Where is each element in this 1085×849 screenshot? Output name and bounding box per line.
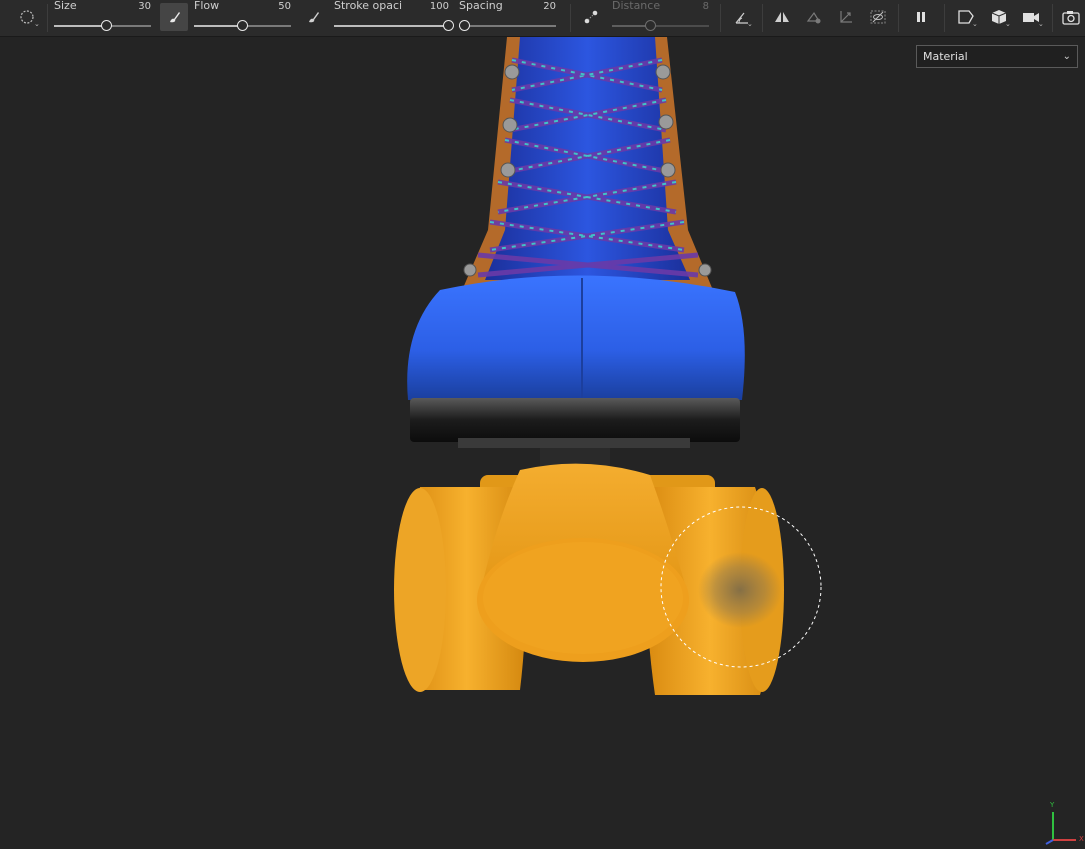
channel-dropdown[interactable]: Material ⌄: [916, 45, 1078, 68]
stroke-opacity-slider[interactable]: Stroke opaci 100: [334, 0, 454, 36]
flow-slider-handle[interactable]: [236, 20, 248, 31]
transform-icon: [840, 11, 852, 23]
spacing-slider[interactable]: Spacing 20: [458, 0, 556, 36]
distance-slider: Distance 8: [612, 0, 709, 36]
size-label: Size: [54, 0, 77, 12]
separator: [898, 4, 899, 32]
chevron-down-icon: ⌄: [747, 20, 753, 28]
separator: [1052, 4, 1053, 32]
separator: [944, 4, 945, 32]
brush-shape-button[interactable]: ⌄: [13, 3, 41, 31]
tool-properties-toolbar: ⌄ Size 30 Flow 50 Stroke opaci 100 Spaci…: [0, 0, 1085, 37]
spacing-slider-handle[interactable]: [458, 20, 470, 31]
stroke-opacity-label: Stroke opaci: [334, 0, 403, 12]
pause-button[interactable]: [907, 3, 935, 31]
axis-y-label: Y: [1050, 801, 1055, 809]
spacing-value[interactable]: 20: [543, 1, 556, 12]
size-slider[interactable]: Size 30: [54, 0, 151, 36]
separator: [47, 4, 48, 32]
3d-viewport[interactable]: Y X: [0, 37, 1085, 849]
brush-mode-button[interactable]: [160, 3, 188, 31]
distance-slider-handle: [644, 20, 656, 31]
lazy-mouse-button[interactable]: [577, 3, 605, 31]
separator: [570, 4, 571, 32]
chevron-down-icon: ⌄: [1038, 20, 1044, 28]
circle-brush-icon: [20, 10, 34, 24]
chevron-down-icon: ⌄: [972, 20, 978, 28]
occlusion-icon: [870, 10, 886, 24]
lazy-mouse-icon: [584, 10, 598, 24]
flow-value[interactable]: 50: [278, 1, 291, 12]
flow-label: Flow: [194, 0, 220, 12]
boot-toe-cap: [407, 275, 745, 400]
view-mode-button[interactable]: ⌄: [952, 3, 980, 31]
separator: [762, 4, 763, 32]
camera-button[interactable]: ⌄: [1017, 3, 1045, 31]
axis-gizmo: Y X: [1040, 800, 1085, 845]
pause-icon: [917, 12, 925, 22]
plate: [458, 438, 690, 448]
spacing-label: Spacing: [459, 0, 503, 12]
size-slider-handle[interactable]: [101, 20, 113, 31]
screenshot-button[interactable]: [1057, 3, 1085, 31]
stroke-opacity-track[interactable]: [334, 25, 449, 27]
distance-track: [612, 25, 709, 27]
screenshot-icon: [1062, 11, 1080, 25]
front-wheel-left-face: [394, 488, 446, 692]
distance-label: Distance: [612, 0, 661, 12]
symmetry-icon: [775, 12, 789, 22]
spacing-track[interactable]: [459, 25, 556, 27]
channel-dropdown-value: Material: [923, 50, 968, 63]
fill-icon: [806, 11, 821, 24]
alignment-button[interactable]: ⌄: [728, 3, 756, 31]
roller-skate-model[interactable]: [0, 37, 1085, 849]
flow-slider[interactable]: Flow 50: [194, 0, 291, 36]
brush-icon: [309, 12, 319, 23]
chevron-down-icon: ⌄: [1062, 51, 1071, 62]
symmetry-button[interactable]: [768, 3, 796, 31]
distance-value: 8: [702, 1, 709, 12]
transform-button[interactable]: [832, 3, 860, 31]
stroke-brush-button[interactable]: [299, 3, 327, 31]
chevron-down-icon: ⌄: [1005, 20, 1011, 28]
stroke-opacity-slider-handle[interactable]: [443, 20, 454, 31]
occlusion-button[interactable]: [864, 3, 892, 31]
stroke-opacity-value[interactable]: 100: [430, 1, 449, 12]
painted-dirt-stroke: [698, 552, 782, 628]
brush-icon: [170, 12, 180, 23]
separator: [720, 4, 721, 32]
chevron-down-icon: ⌄: [34, 20, 40, 28]
size-value[interactable]: 30: [138, 1, 151, 12]
cube-view-button[interactable]: ⌄: [985, 3, 1013, 31]
axis-x-label: X: [1079, 835, 1084, 843]
fill-projection-button[interactable]: [800, 3, 828, 31]
boot-sole: [410, 398, 740, 442]
